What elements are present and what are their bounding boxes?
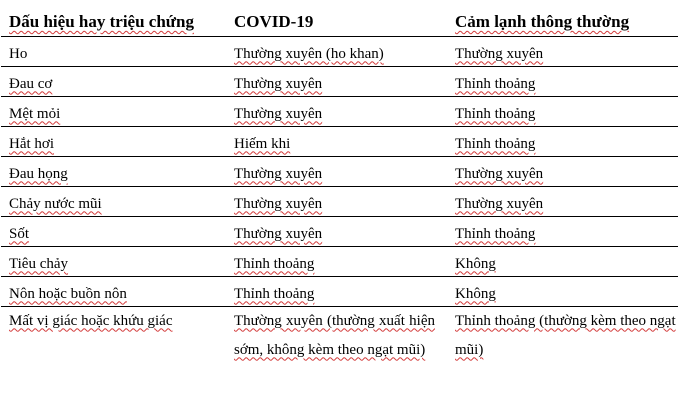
cold-cell: Thỉnh thoảng: [447, 216, 678, 247]
covid-cell: Thường xuyên: [226, 66, 447, 97]
table-row: Đau họng Thường xuyên Thường xuyên: [1, 156, 678, 187]
cold-cell: Thỉnh thoảng (thường kèm theo ngạt mũi): [455, 312, 676, 358]
cold-cell: Không: [447, 276, 678, 307]
table-row: Nôn hoặc buồn nôn Thỉnh thoảng Không: [1, 276, 678, 307]
covid-cell: Thường xuyên (ho khan): [226, 36, 447, 67]
covid-cell: Hiếm khi: [226, 126, 447, 157]
table-row: Mất vị giác hoặc khứu giác Thường xuyên …: [1, 306, 678, 390]
symptom-cell: Chảy nước mũi: [1, 186, 226, 217]
table-row: Đau cơ Thường xuyên Thỉnh thoảng: [1, 66, 678, 97]
symptom-cell: Mất vị giác hoặc khứu giác: [9, 312, 173, 329]
table-row: Chảy nước mũi Thường xuyên Thường xuyên: [1, 186, 678, 217]
table-row: Sốt Thường xuyên Thỉnh thoảng: [1, 216, 678, 247]
cold-cell: Thường xuyên: [447, 186, 678, 217]
symptom-cell: Đau họng: [1, 156, 226, 187]
covid-cell: Thường xuyên: [226, 186, 447, 217]
header-covid: COVID-19: [226, 7, 447, 37]
table-row: Tiêu chảy Thỉnh thoảng Không: [1, 246, 678, 277]
header-symptom: Dấu hiệu hay triệu chứng: [1, 7, 226, 37]
cold-cell: Không: [447, 246, 678, 277]
covid-cell: Thường xuyên: [226, 96, 447, 127]
symptom-comparison-table: Dấu hiệu hay triệu chứng COVID-19 Cảm lạ…: [1, 7, 678, 390]
cold-cell: Thỉnh thoảng: [447, 126, 678, 157]
symptom-cell: Sốt: [1, 216, 226, 247]
symptom-cell: Đau cơ: [1, 66, 226, 97]
cold-cell: Thỉnh thoảng: [447, 96, 678, 127]
symptom-cell: Ho: [1, 36, 226, 67]
covid-cell: Thường xuyên (thường xuất hiện sớm, khôn…: [234, 312, 435, 358]
cold-cell: Thường xuyên: [447, 36, 678, 67]
header-common-cold: Cảm lạnh thông thường: [447, 7, 678, 37]
symptom-cell: Mệt mỏi: [1, 96, 226, 127]
table-row: Ho Thường xuyên (ho khan) Thường xuyên: [1, 36, 678, 67]
cold-cell: Thường xuyên: [447, 156, 678, 187]
symptom-cell: Nôn hoặc buồn nôn: [1, 276, 226, 307]
symptom-cell: Tiêu chảy: [1, 246, 226, 277]
symptom-cell: Hắt hơi: [1, 126, 226, 157]
covid-cell: Thường xuyên: [226, 216, 447, 247]
table-header-row: Dấu hiệu hay triệu chứng COVID-19 Cảm lạ…: [1, 7, 678, 37]
covid-cell: Thường xuyên: [226, 156, 447, 187]
covid-cell: Thỉnh thoảng: [226, 276, 447, 307]
covid-cell: Thỉnh thoảng: [226, 246, 447, 277]
table-row: Hắt hơi Hiếm khi Thỉnh thoảng: [1, 126, 678, 157]
table-row: Mệt mỏi Thường xuyên Thỉnh thoảng: [1, 96, 678, 127]
cold-cell: Thỉnh thoảng: [447, 66, 678, 97]
document-page: Dấu hiệu hay triệu chứng COVID-19 Cảm lạ…: [0, 0, 684, 416]
